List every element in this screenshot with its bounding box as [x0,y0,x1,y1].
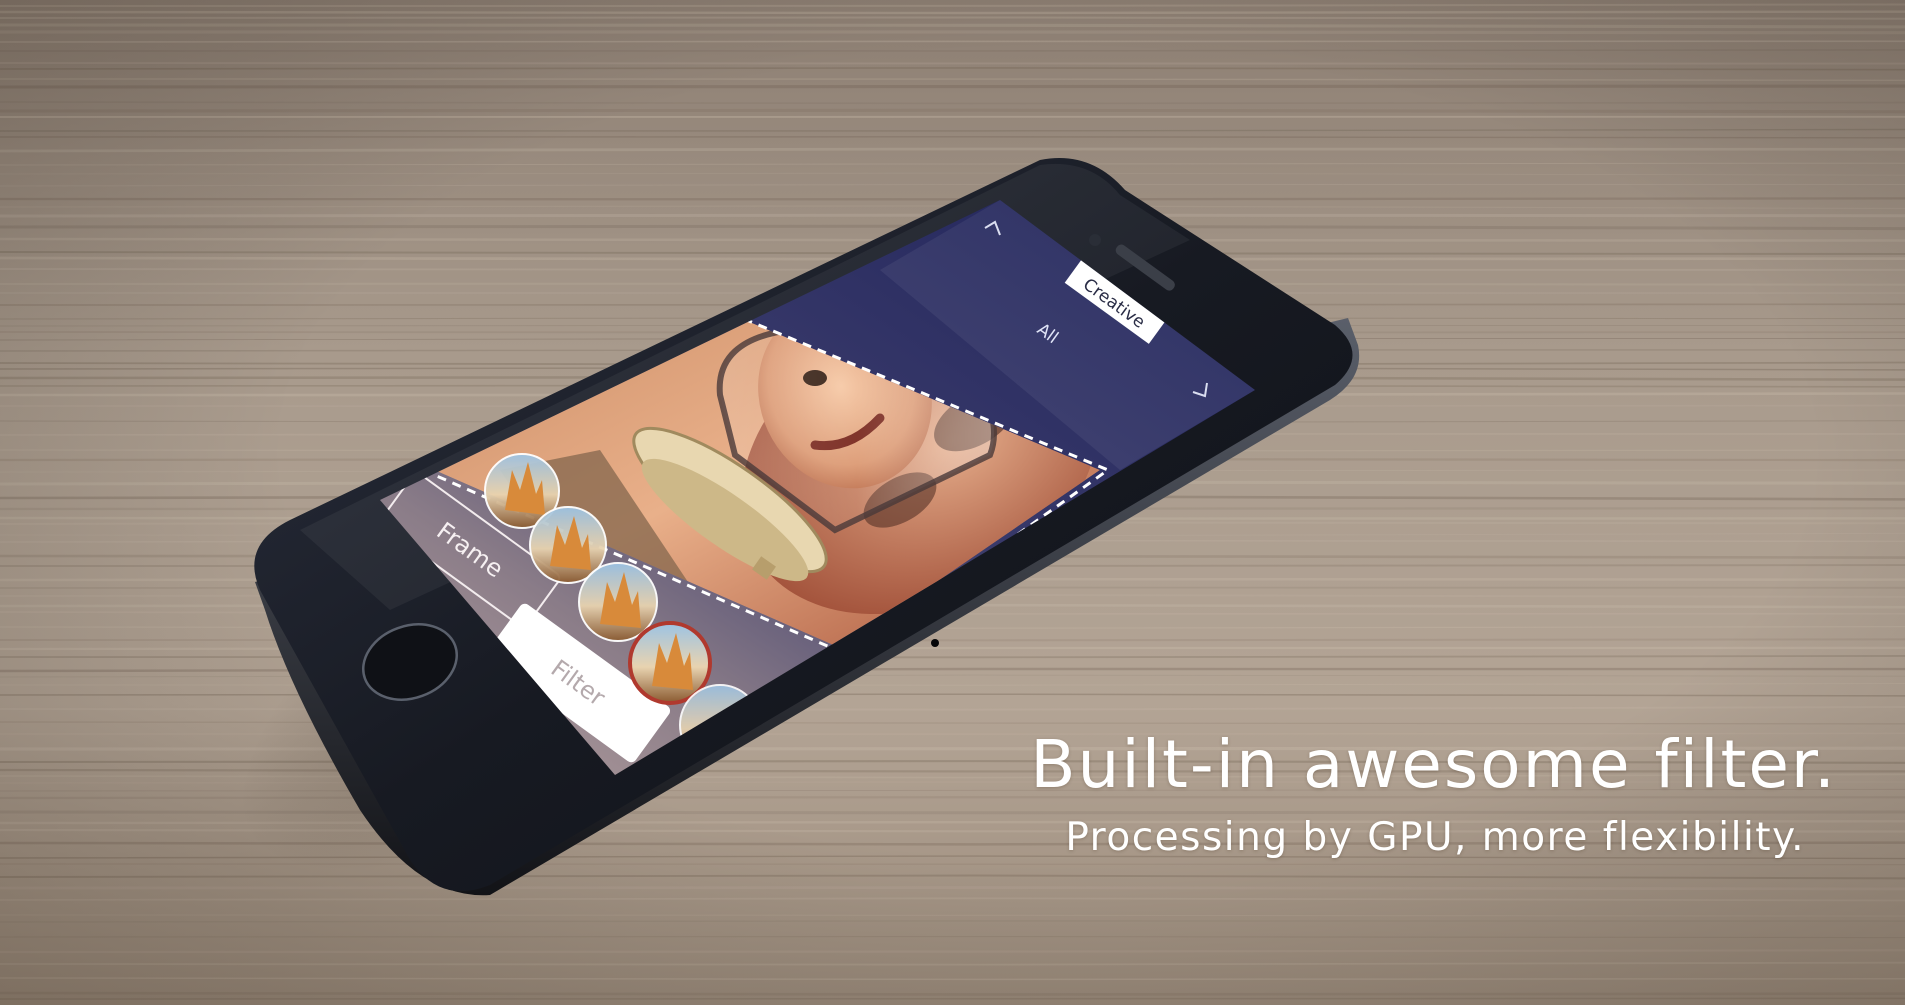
front-camera [1089,234,1101,246]
subheadline: Processing by GPU, more flexibility. [1065,815,1805,860]
product-scene: Creative All Frame Filter Built-in aweso… [0,0,1905,1005]
headline: Built-in awesome filter. [1030,726,1837,803]
